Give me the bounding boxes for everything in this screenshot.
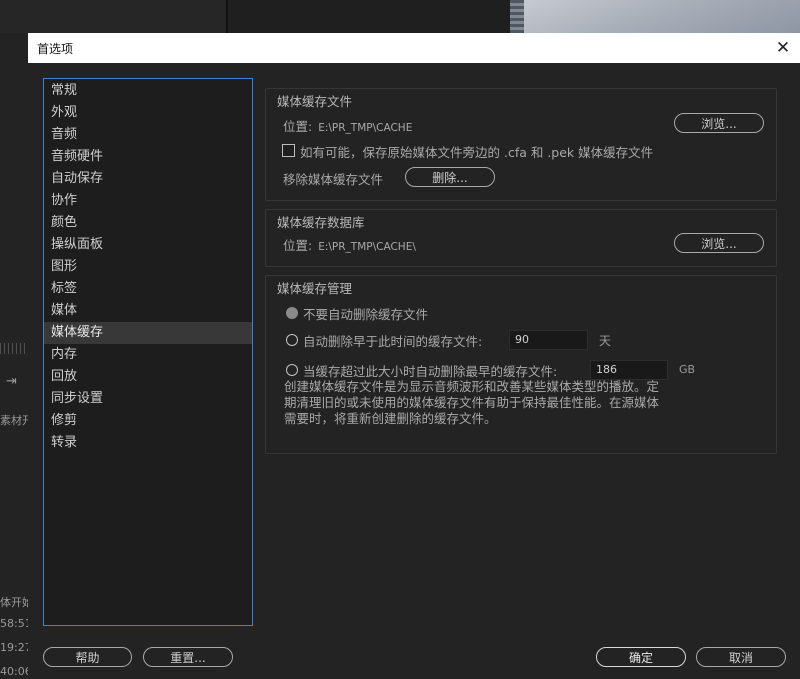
background-panel [0, 0, 228, 33]
background-partial-text: 素材开 [0, 414, 28, 427]
browse-button[interactable]: 浏览... [674, 233, 764, 253]
category-item[interactable]: 标签 [44, 278, 252, 300]
no-auto-delete-label: 不要自动删除缓存文件 [303, 307, 429, 322]
description-line: 期清理旧的或未使用的媒体缓存文件有助于保持最佳性能。在源媒体 [284, 395, 660, 410]
category-item[interactable]: 回放 [44, 366, 252, 388]
description-text: 创建媒体缓存文件是为显示音频波形和改善某些媒体类型的播放。定 期清理旧的或未使用… [284, 379, 684, 427]
category-item[interactable]: 转录 [44, 432, 252, 454]
remove-cache-label: 移除媒体缓存文件 [283, 172, 384, 187]
background-timecode: 58:51 [0, 617, 28, 630]
category-list: 常规 外观 音频 音频硬件 自动保存 协作 颜色 操纵面板 图形 标签 媒体 媒体缓存 内存 回放 同步设置… [43, 78, 253, 626]
background-video-preview [510, 0, 800, 33]
help-button[interactable]: 帮助 [43, 647, 132, 667]
category-item[interactable]: 媒体 [44, 300, 252, 322]
description-line: 创建媒体缓存文件是为显示音频波形和改善某些媒体类型的播放。定 [284, 379, 660, 394]
delete-older-radio[interactable] [286, 334, 298, 346]
days-input[interactable]: 90 [509, 330, 588, 350]
location-value: E:\PR_TMP\CACHE [318, 122, 413, 134]
group-title: 媒体缓存数据库 [277, 215, 365, 230]
background-panel [230, 0, 510, 33]
background-panel [0, 33, 28, 679]
description-line: 需要时，将重新创建删除的缓存文件。 [284, 411, 497, 426]
group-title: 媒体缓存文件 [277, 94, 353, 109]
category-item[interactable]: 同步设置 [44, 388, 252, 410]
reset-button[interactable]: 重置... [143, 647, 233, 667]
background-timecode: 40:06 [0, 665, 28, 678]
dialog-titlebar: 首选项 ✕ [28, 33, 800, 63]
close-icon: ✕ [775, 38, 791, 58]
group-title: 媒体缓存管理 [277, 281, 353, 296]
location-value: E:\PR_TMP\CACHE\ [318, 241, 416, 253]
background-timecode: 19:27 [0, 641, 28, 654]
media-cache-database-group: 媒体缓存数据库 位置: E:\PR_TMP\CACHE\ 浏览... [265, 209, 777, 267]
location-label: 位置: [283, 119, 313, 134]
size-input[interactable]: 186 [590, 360, 668, 380]
location-label: 位置: [283, 238, 313, 253]
background-timeline-ticks [0, 343, 28, 354]
delete-when-exceeds-radio[interactable] [286, 364, 298, 376]
delete-when-exceeds-label: 当缓存超过此大小时自动删除最早的缓存文件: [303, 364, 558, 379]
category-item[interactable]: 修剪 [44, 410, 252, 432]
save-beside-originals-checkbox[interactable] [282, 144, 295, 157]
delete-button[interactable]: 删除... [405, 167, 495, 187]
category-item[interactable]: 外观 [44, 102, 252, 124]
location-row: 位置: E:\PR_TMP\CACHE\ [283, 235, 416, 254]
category-item[interactable]: 图形 [44, 256, 252, 278]
cancel-button[interactable]: 取消 [696, 647, 786, 667]
category-item[interactable]: 颜色 [44, 212, 252, 234]
category-item[interactable]: 音频硬件 [44, 146, 252, 168]
ok-button[interactable]: 确定 [596, 647, 686, 667]
dialog-title: 首选项 [37, 42, 74, 56]
delete-older-label: 自动删除早于此时间的缓存文件: [303, 334, 483, 349]
category-item[interactable]: 常规 [44, 80, 252, 102]
category-item[interactable]: 媒体缓存 [44, 322, 252, 344]
browse-button[interactable]: 浏览... [674, 113, 764, 133]
media-cache-management-group: 媒体缓存管理 不要自动删除缓存文件 自动删除早于此时间的缓存文件: 90 天 当… [265, 275, 777, 454]
save-beside-originals-label: 如有可能，保存原始媒体文件旁边的 .cfa 和 .pek 媒体缓存文件 [300, 145, 654, 160]
category-item[interactable]: 操纵面板 [44, 234, 252, 256]
no-auto-delete-radio[interactable] [286, 307, 298, 319]
media-cache-files-group: 媒体缓存文件 位置: E:\PR_TMP\CACHE 浏览... 如有可能，保存原… [265, 88, 777, 201]
category-item[interactable]: 自动保存 [44, 168, 252, 190]
background-partial-text: 体开始 [0, 596, 28, 609]
category-item[interactable]: 音频 [44, 124, 252, 146]
category-item[interactable]: 协作 [44, 190, 252, 212]
size-unit: GB [679, 363, 696, 376]
days-unit: 天 [599, 334, 612, 348]
insert-arrow-icon: ⇥ [6, 374, 17, 389]
location-row: 位置: E:\PR_TMP\CACHE [283, 116, 412, 135]
preferences-dialog: 首选项 ✕ 常规 外观 音频 音频硬件 自动保存 协作 颜色 操纵面板 图形 标签 媒体 媒体缓存 内存… [28, 33, 800, 679]
close-button[interactable]: ✕ [766, 33, 800, 63]
category-item[interactable]: 内存 [44, 344, 252, 366]
